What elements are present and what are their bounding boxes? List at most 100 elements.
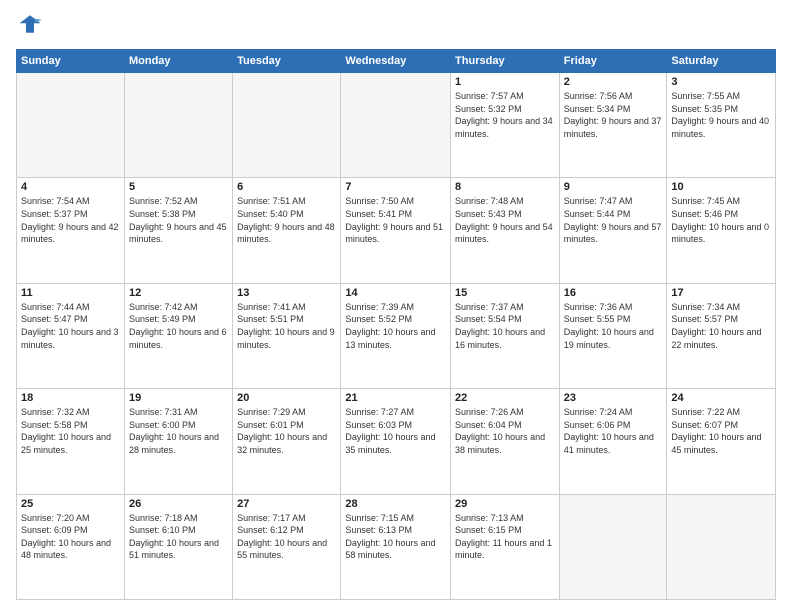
calendar-day-cell xyxy=(341,73,451,178)
page: SundayMondayTuesdayWednesdayThursdayFrid… xyxy=(0,0,792,612)
day-info: Sunrise: 7:55 AMSunset: 5:35 PMDaylight:… xyxy=(671,90,771,140)
day-number: 21 xyxy=(345,392,446,404)
day-info: Sunrise: 7:13 AMSunset: 6:15 PMDaylight:… xyxy=(455,512,555,562)
day-info: Sunrise: 7:18 AMSunset: 6:10 PMDaylight:… xyxy=(129,512,228,562)
day-info: Sunrise: 7:50 AMSunset: 5:41 PMDaylight:… xyxy=(345,195,446,245)
day-number: 29 xyxy=(455,498,555,510)
day-number: 12 xyxy=(129,287,228,299)
day-number: 20 xyxy=(237,392,336,404)
day-info: Sunrise: 7:20 AMSunset: 6:09 PMDaylight:… xyxy=(21,512,120,562)
day-number: 7 xyxy=(345,181,446,193)
calendar-day-cell: 27 Sunrise: 7:17 AMSunset: 6:12 PMDayligh… xyxy=(233,494,341,599)
calendar-day-cell: 12 Sunrise: 7:42 AMSunset: 5:49 PMDayligh… xyxy=(124,283,232,388)
calendar-day-cell: 19 Sunrise: 7:31 AMSunset: 6:00 PMDayligh… xyxy=(124,389,232,494)
logo xyxy=(16,12,44,41)
calendar-day-cell: 4 Sunrise: 7:54 AMSunset: 5:37 PMDaylight… xyxy=(17,178,125,283)
calendar-day-cell: 21 Sunrise: 7:27 AMSunset: 6:03 PMDayligh… xyxy=(341,389,451,494)
calendar-day-cell: 10 Sunrise: 7:45 AMSunset: 5:46 PMDayligh… xyxy=(667,178,776,283)
day-info: Sunrise: 7:34 AMSunset: 5:57 PMDaylight:… xyxy=(671,301,771,351)
calendar-day-cell: 11Sunrise: 7:44 AMSunset: 5:47 PMDayligh… xyxy=(17,283,125,388)
day-info: Sunrise: 7:22 AMSunset: 6:07 PMDaylight:… xyxy=(671,406,771,456)
day-number: 1 xyxy=(455,76,555,88)
calendar-week-row: 1 Sunrise: 7:57 AMSunset: 5:32 PMDaylight… xyxy=(17,73,776,178)
day-info: Sunrise: 7:52 AMSunset: 5:38 PMDaylight:… xyxy=(129,195,228,245)
day-number: 22 xyxy=(455,392,555,404)
day-number: 4 xyxy=(21,181,120,193)
day-number: 14 xyxy=(345,287,446,299)
weekday-header-tuesday: Tuesday xyxy=(233,50,341,73)
day-number: 5 xyxy=(129,181,228,193)
day-number: 26 xyxy=(129,498,228,510)
calendar-week-row: 25 Sunrise: 7:20 AMSunset: 6:09 PMDayligh… xyxy=(17,494,776,599)
day-number: 27 xyxy=(237,498,336,510)
calendar-table: SundayMondayTuesdayWednesdayThursdayFrid… xyxy=(16,49,776,600)
day-number: 9 xyxy=(564,181,663,193)
day-info: Sunrise: 7:57 AMSunset: 5:32 PMDaylight:… xyxy=(455,90,555,140)
day-info: Sunrise: 7:48 AMSunset: 5:43 PMDaylight:… xyxy=(455,195,555,245)
calendar-day-cell: 2 Sunrise: 7:56 AMSunset: 5:34 PMDaylight… xyxy=(559,73,667,178)
calendar-day-cell xyxy=(17,73,125,178)
day-info: Sunrise: 7:15 AMSunset: 6:13 PMDaylight:… xyxy=(345,512,446,562)
calendar-day-cell: 29 Sunrise: 7:13 AMSunset: 6:15 PMDayligh… xyxy=(451,494,560,599)
weekday-header-saturday: Saturday xyxy=(667,50,776,73)
weekday-header-thursday: Thursday xyxy=(451,50,560,73)
calendar-day-cell: 16Sunrise: 7:36 AMSunset: 5:55 PMDayligh… xyxy=(559,283,667,388)
calendar-day-cell: 7 Sunrise: 7:50 AMSunset: 5:41 PMDaylight… xyxy=(341,178,451,283)
day-info: Sunrise: 7:51 AMSunset: 5:40 PMDaylight:… xyxy=(237,195,336,245)
calendar-day-cell: 28 Sunrise: 7:15 AMSunset: 6:13 PMDayligh… xyxy=(341,494,451,599)
day-number: 16 xyxy=(564,287,663,299)
calendar-day-cell: 6 Sunrise: 7:51 AMSunset: 5:40 PMDaylight… xyxy=(233,178,341,283)
day-info: Sunrise: 7:39 AMSunset: 5:52 PMDaylight:… xyxy=(345,301,446,351)
day-info: Sunrise: 7:17 AMSunset: 6:12 PMDaylight:… xyxy=(237,512,336,562)
calendar-day-cell: 13Sunrise: 7:41 AMSunset: 5:51 PMDayligh… xyxy=(233,283,341,388)
day-info: Sunrise: 7:47 AMSunset: 5:44 PMDaylight:… xyxy=(564,195,663,245)
header xyxy=(16,12,776,41)
day-number: 28 xyxy=(345,498,446,510)
day-info: Sunrise: 7:31 AMSunset: 6:00 PMDaylight:… xyxy=(129,406,228,456)
weekday-header-sunday: Sunday xyxy=(17,50,125,73)
day-number: 23 xyxy=(564,392,663,404)
day-number: 6 xyxy=(237,181,336,193)
day-number: 17 xyxy=(671,287,771,299)
calendar-day-cell: 15 Sunrise: 7:37 AMSunset: 5:54 PMDayligh… xyxy=(451,283,560,388)
day-number: 2 xyxy=(564,76,663,88)
calendar-day-cell xyxy=(667,494,776,599)
calendar-day-cell: 22 Sunrise: 7:26 AMSunset: 6:04 PMDayligh… xyxy=(451,389,560,494)
calendar-day-cell: 5 Sunrise: 7:52 AMSunset: 5:38 PMDaylight… xyxy=(124,178,232,283)
calendar-week-row: 4 Sunrise: 7:54 AMSunset: 5:37 PMDaylight… xyxy=(17,178,776,283)
weekday-header-monday: Monday xyxy=(124,50,232,73)
day-number: 19 xyxy=(129,392,228,404)
day-number: 8 xyxy=(455,181,555,193)
day-info: Sunrise: 7:26 AMSunset: 6:04 PMDaylight:… xyxy=(455,406,555,456)
day-info: Sunrise: 7:54 AMSunset: 5:37 PMDaylight:… xyxy=(21,195,120,245)
calendar-day-cell: 24 Sunrise: 7:22 AMSunset: 6:07 PMDayligh… xyxy=(667,389,776,494)
day-number: 11 xyxy=(21,287,120,299)
weekday-header-row: SundayMondayTuesdayWednesdayThursdayFrid… xyxy=(17,50,776,73)
day-info: Sunrise: 7:24 AMSunset: 6:06 PMDaylight:… xyxy=(564,406,663,456)
day-number: 15 xyxy=(455,287,555,299)
day-info: Sunrise: 7:29 AMSunset: 6:01 PMDaylight:… xyxy=(237,406,336,456)
calendar-day-cell xyxy=(233,73,341,178)
day-number: 18 xyxy=(21,392,120,404)
calendar-day-cell: 14 Sunrise: 7:39 AMSunset: 5:52 PMDayligh… xyxy=(341,283,451,388)
day-number: 10 xyxy=(671,181,771,193)
day-number: 3 xyxy=(671,76,771,88)
day-info: Sunrise: 7:42 AMSunset: 5:49 PMDaylight:… xyxy=(129,301,228,351)
day-info: Sunrise: 7:56 AMSunset: 5:34 PMDaylight:… xyxy=(564,90,663,140)
calendar-day-cell: 23 Sunrise: 7:24 AMSunset: 6:06 PMDayligh… xyxy=(559,389,667,494)
calendar-day-cell: 17 Sunrise: 7:34 AMSunset: 5:57 PMDayligh… xyxy=(667,283,776,388)
day-info: Sunrise: 7:45 AMSunset: 5:46 PMDaylight:… xyxy=(671,195,771,245)
day-number: 24 xyxy=(671,392,771,404)
weekday-header-friday: Friday xyxy=(559,50,667,73)
calendar-day-cell: 1 Sunrise: 7:57 AMSunset: 5:32 PMDaylight… xyxy=(451,73,560,178)
day-info: Sunrise: 7:27 AMSunset: 6:03 PMDaylight:… xyxy=(345,406,446,456)
day-number: 13 xyxy=(237,287,336,299)
day-number: 25 xyxy=(21,498,120,510)
calendar-day-cell: 26 Sunrise: 7:18 AMSunset: 6:10 PMDayligh… xyxy=(124,494,232,599)
calendar-week-row: 11Sunrise: 7:44 AMSunset: 5:47 PMDayligh… xyxy=(17,283,776,388)
day-info: Sunrise: 7:32 AMSunset: 5:58 PMDaylight:… xyxy=(21,406,120,456)
calendar-day-cell: 20 Sunrise: 7:29 AMSunset: 6:01 PMDayligh… xyxy=(233,389,341,494)
calendar-week-row: 18 Sunrise: 7:32 AMSunset: 5:58 PMDayligh… xyxy=(17,389,776,494)
calendar-day-cell: 8 Sunrise: 7:48 AMSunset: 5:43 PMDaylight… xyxy=(451,178,560,283)
day-info: Sunrise: 7:37 AMSunset: 5:54 PMDaylight:… xyxy=(455,301,555,351)
